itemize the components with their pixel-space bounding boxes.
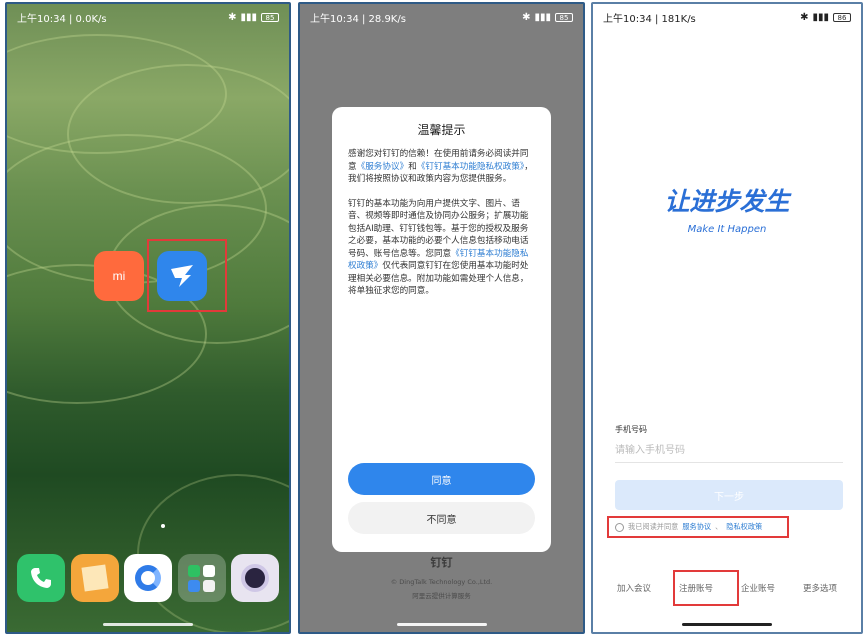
status-bar: 上午10:34 | 28.9K/s ✱ ▮▮▮ 85 (300, 4, 583, 30)
mi-app-label: mi (112, 269, 126, 283)
battery-icon: 85 (261, 12, 279, 22)
page-indicator (161, 524, 165, 528)
status-bar: 上午10:34 | 0.0K/s ✱ ▮▮▮ 85 (7, 4, 289, 30)
camera-app-icon[interactable] (231, 554, 279, 602)
signal-icon: ▮▮▮ (812, 11, 829, 23)
status-time: 上午10:34 | 28.9K/s (310, 13, 406, 25)
highlight-box-agreement (607, 516, 789, 538)
signal-icon: ▮▮▮ (534, 11, 551, 23)
slogan-subtitle: Make It Happen (687, 224, 767, 235)
privacy-policy-link[interactable]: 《钉钉基本功能隐私权政策》 (417, 162, 524, 172)
more-options-option[interactable]: 更多选项 (803, 582, 837, 594)
dialog-paragraph-1: 感谢您对钉钉的信赖！在使用前请务必阅读并同意《服务协议》和《钉钉基本功能隐私权政… (348, 148, 535, 186)
dialog-title: 温馨提示 (417, 123, 466, 137)
disagree-button[interactable]: 不同意 (348, 502, 535, 534)
status-icons: ✱ ▮▮▮ 85 (228, 12, 279, 23)
battery-icon: 85 (555, 12, 573, 22)
phone-home-screen: 上午10:34 | 0.0K/s ✱ ▮▮▮ 85 mi (5, 2, 291, 634)
service-agreement-link[interactable]: 《服务协议》 (357, 162, 409, 172)
home-indicator (396, 623, 487, 626)
dialog-paragraph-2: 钉钉的基本功能为向用户提供文字、图片、语音、视频等即时通信及协同办公服务；扩展功… (348, 198, 535, 298)
icp-text: 阿里云提供计算服务 (412, 592, 471, 600)
status-icons: ✱ ▮▮▮ 85 (522, 12, 573, 23)
privacy-dialog: 温馨提示 感谢您对钉钉的信赖！在使用前请务必阅读并同意《服务协议》和《钉钉基本功… (332, 107, 551, 552)
status-time: 上午10:34 | 181K/s (603, 13, 696, 25)
browser-app-icon[interactable] (124, 554, 172, 602)
enterprise-account-option[interactable]: 企业账号 (741, 582, 775, 594)
signal-icon: ▮▮▮ (240, 11, 257, 23)
phone-login-screen: 上午10:34 | 181K/s ✱ ▮▮▮ 86 让进步发生 Make It … (591, 2, 863, 634)
bluetooth-icon: ✱ (228, 11, 237, 23)
phone-privacy-dialog: 上午10:34 | 28.9K/s ✱ ▮▮▮ 85 温馨提示 感谢您对钉钉的信… (298, 2, 585, 634)
highlight-box-app (147, 239, 227, 312)
status-icons: ✱ ▮▮▮ 86 (800, 12, 851, 23)
next-button[interactable]: 下一步 (615, 480, 843, 510)
dock (17, 554, 279, 602)
phone-number-label: 手机号码 (615, 425, 647, 434)
home-indicator (103, 623, 193, 626)
app-folder-icon[interactable] (177, 554, 226, 602)
bluetooth-icon: ✱ (800, 11, 809, 23)
copyright-text: © DingTalk Technology Co.,Ltd. (390, 578, 493, 586)
status-bar: 上午10:34 | 181K/s ✱ ▮▮▮ 86 (593, 4, 861, 30)
join-meeting-option[interactable]: 加入会议 (617, 582, 651, 594)
agree-button[interactable]: 同意 (348, 463, 535, 495)
battery-icon: 86 (833, 12, 851, 22)
home-indicator (682, 623, 772, 626)
dialog-text: 和 (408, 161, 417, 172)
bluetooth-icon: ✱ (522, 11, 531, 23)
phone-number-input[interactable] (615, 439, 843, 463)
mi-store-app-icon[interactable]: mi (94, 251, 144, 301)
status-time: 上午10:34 | 0.0K/s (17, 13, 107, 25)
notes-app-icon[interactable] (70, 554, 119, 602)
phone-app-icon[interactable] (17, 554, 65, 602)
dingtalk-logo-text: 钉钉 (430, 556, 453, 569)
highlight-box-register (673, 570, 739, 606)
slogan-title: 让进步发生 (664, 187, 790, 216)
